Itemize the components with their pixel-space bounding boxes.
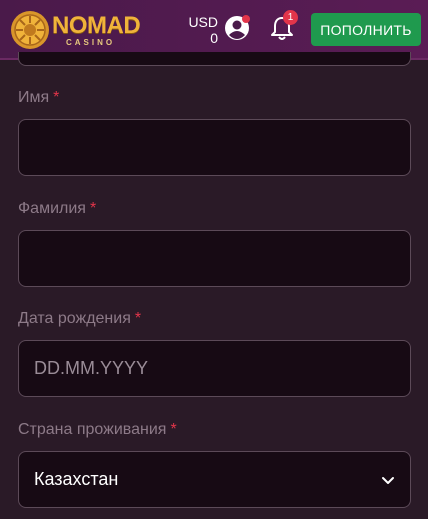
logo-wordmark: NOMAD	[52, 12, 141, 39]
last-name-label: Фамилия *	[18, 200, 97, 217]
nomad-casino-logo[interactable]: NOMAD CASINO	[10, 8, 150, 52]
required-mark: *	[53, 89, 60, 106]
birth-date-input[interactable]	[18, 340, 411, 397]
country-select[interactable]: Казахстан	[18, 451, 411, 508]
country-label: Страна проживания *	[18, 421, 177, 438]
required-mark: *	[89, 200, 97, 217]
logo-subtitle: CASINO	[66, 38, 116, 47]
last-name-input[interactable]	[18, 230, 411, 287]
first-name-label: Имя *	[18, 89, 60, 106]
currency-label: USD	[188, 14, 218, 30]
first-name-input[interactable]	[18, 119, 411, 176]
previous-field-edge[interactable]	[18, 52, 411, 66]
registration-form: Имя* Фамилия* Дата рождения* Страна прож…	[0, 52, 428, 519]
balance-display[interactable]: USD 0	[186, 14, 218, 46]
user-avatar-icon[interactable]	[223, 14, 251, 42]
notification-badge: 1	[283, 10, 298, 25]
deposit-button[interactable]: ПОПОЛНИТЬ	[311, 13, 421, 46]
top-bar: NOMAD CASINO USD 0 1 ПОПОЛНИТЬ	[0, 0, 428, 60]
country-selected-value: Казахстан	[34, 469, 119, 489]
birth-date-label: Дата рождения *	[18, 310, 142, 327]
required-mark: *	[170, 421, 177, 438]
logo-emblem-icon	[11, 11, 49, 49]
balance-amount: 0	[210, 30, 218, 46]
chevron-down-icon	[382, 476, 394, 484]
required-mark: *	[134, 310, 142, 327]
